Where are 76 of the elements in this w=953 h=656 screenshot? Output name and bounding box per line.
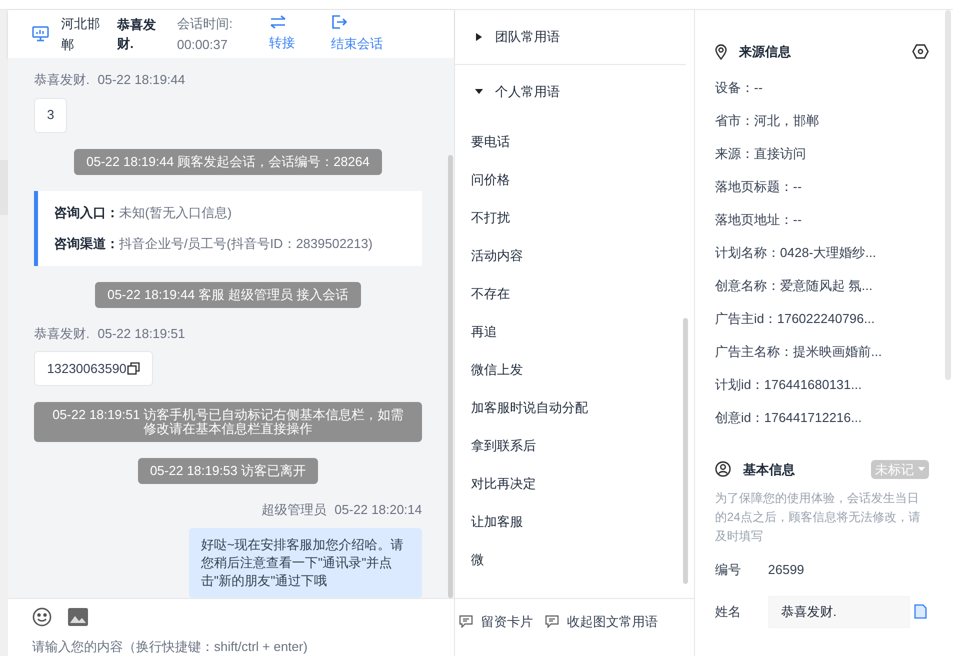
message-icon <box>459 615 473 628</box>
source-field: 创意id：176441712216... <box>715 400 929 434</box>
image-icon[interactable] <box>68 608 88 626</box>
phrase-item[interactable]: 拿到联系后 <box>455 427 694 465</box>
agent-message-bubble: 好哒~现在安排客服加您介绍哈。请您稍后注意查看一下"通讯录"并点击"新的朋友"通过下哦 <box>189 528 422 598</box>
system-notice: 05-22 18:19:53 访客已离开 <box>138 458 318 484</box>
phrase-item[interactable]: 微信上发 <box>455 351 694 389</box>
phrase-group-toggle[interactable]: 个人常用语 <box>455 65 580 119</box>
scrollbar[interactable] <box>448 155 453 598</box>
location-text: 河北邯郸 <box>61 15 101 54</box>
session-time: 00:00:37 <box>177 36 229 54</box>
info-label: 咨询渠道： <box>54 235 119 253</box>
message-time: 05-22 18:19:44 <box>98 71 186 89</box>
phrase-item[interactable]: 微 <box>455 541 694 579</box>
header-action-button[interactable]: 结束会话 <box>331 14 383 54</box>
header-action-button[interactable]: 转接 <box>269 15 295 53</box>
document-icon[interactable] <box>914 604 927 619</box>
source-field: 设备：-- <box>715 70 929 104</box>
message-time: 05-22 18:19:51 <box>98 324 186 342</box>
scrollbar[interactable] <box>683 318 688 584</box>
caret-icon <box>475 33 483 41</box>
copy-icon[interactable] <box>126 362 140 375</box>
source-field: 广告主名称：提米映画婚前... <box>715 334 929 368</box>
source-field: 省市：河北，邯郸 <box>715 104 929 136</box>
system-notice: 05-22 18:19:51 访客手机号已自动标记右侧基本信息栏，如需修改请在基本信息栏直接操作 <box>34 402 422 442</box>
notice-text: 为了保障您的使用体验，会话发生当日的24点之后，顾客信息将无法修改，请及时填写 <box>715 490 922 545</box>
session-time-label: 会话时间: <box>177 15 234 33</box>
source-field: 来源：直接访问 <box>715 136 929 170</box>
sender-name: 恭喜发财. <box>34 324 90 342</box>
source-field: 计划名称：0428-大理婚纱... <box>715 236 929 268</box>
field-value: 26599 <box>768 561 804 579</box>
exit-icon <box>331 14 347 30</box>
phrase-item[interactable]: 要电话 <box>455 123 694 161</box>
message-bubble: 13230063590 <box>34 351 153 386</box>
caret-icon <box>475 88 483 96</box>
source-field: 计划id：176441680131... <box>715 368 929 400</box>
info-label: 咨询入口： <box>54 204 119 222</box>
phrase-item[interactable]: 对比再决定 <box>455 465 694 503</box>
message-icon <box>545 615 559 628</box>
source-field: 创意名称：爱意随风起 氛... <box>715 268 929 302</box>
section-title: 基本信息 <box>743 460 795 478</box>
phrase-group-toggle[interactable]: 团队常用语 <box>455 10 580 64</box>
field-label: 编号 <box>715 561 742 579</box>
scrollbar[interactable] <box>945 10 951 380</box>
caret-icon <box>918 466 925 472</box>
customer-name: 恭喜发财. <box>117 16 157 53</box>
system-notice: 05-22 18:19:44 顾客发起会话，会话编号：28264 <box>74 148 382 174</box>
system-notice: 05-22 18:19:44 客服 超级管理员 接入会话 <box>95 282 361 308</box>
source-field: 广告主id：176022240796... <box>715 302 929 334</box>
phrase-item[interactable]: 再追 <box>455 313 694 351</box>
info-value: 未知(暂无入口信息) <box>119 204 232 222</box>
name-field[interactable]: 恭喜发财. <box>768 596 910 628</box>
phrase-item[interactable]: 不打扰 <box>455 199 694 237</box>
user-circle-icon <box>715 461 731 478</box>
quick-button[interactable]: 收起图文常用语 <box>545 612 658 632</box>
location-pin-icon <box>715 44 727 60</box>
emoji-icon[interactable] <box>32 607 52 627</box>
phrase-item[interactable]: 让加客服 <box>455 503 694 541</box>
section-title: 来源信息 <box>739 43 791 61</box>
source-field: 落地页地址：-- <box>715 202 929 236</box>
sender-name: 超级管理员 <box>262 501 327 519</box>
message-input[interactable]: 请输入您的内容（换行快捷键：shift/ctrl + enter) <box>32 639 430 655</box>
phrase-item[interactable]: 问价格 <box>455 161 694 199</box>
settings-icon[interactable] <box>912 44 929 60</box>
message-time: 05-22 18:20:14 <box>334 501 422 519</box>
swap-arrows-icon <box>269 15 287 30</box>
source-field: 落地页标题：-- <box>715 170 929 202</box>
phrase-item[interactable]: 活动内容 <box>455 237 694 275</box>
monitor-icon <box>32 26 49 42</box>
phrase-item[interactable]: 加客服时说自动分配 <box>455 389 694 427</box>
info-value: 抖音企业号/员工号(抖音号ID：2839502213) <box>119 235 373 253</box>
sender-name: 恭喜发财. <box>34 71 90 89</box>
message-bubble: 3 <box>34 98 68 132</box>
phrase-item[interactable]: 不存在 <box>455 275 694 313</box>
field-label: 姓名 <box>715 602 742 621</box>
quick-button[interactable]: 留资卡片 <box>459 612 533 632</box>
